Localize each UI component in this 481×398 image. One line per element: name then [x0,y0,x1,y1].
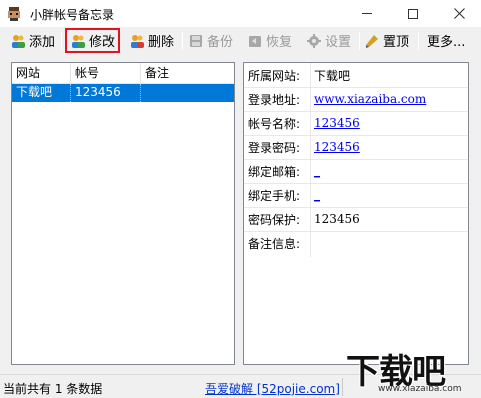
phone-label: 绑定手机: [248,188,301,203]
restore-label: 恢复 [266,35,293,50]
column-header-note[interactable]: 备注 [141,63,234,84]
minimize-button[interactable] [344,0,390,27]
list-header: 网站 帐号 备注 [12,63,234,84]
detail-phone-row: 绑定手机: _ [244,183,468,207]
toolbar-separator [182,32,183,50]
close-icon [453,8,465,19]
window-title: 小胖帐号备忘录 [30,8,115,22]
edit-button[interactable]: 修改 [65,28,121,53]
title-bar: 小胖帐号备忘录 [0,0,481,27]
detail-name-row: 帐号名称: 123456 [244,111,468,135]
toolbar-separator [61,32,62,50]
detail-panel: 所属网站: 下载吧 登录地址: www.xiazaiba.com 帐号名称: 1… [243,62,469,365]
toolbar: 添加 修改 删除 备份 恢复 设置 置顶 更多... [0,27,481,55]
list-item[interactable]: 下载吧 123456 [12,84,234,102]
detail-password-row: 登录密码: 123456 [244,135,468,159]
site-label: 所属网站: [248,68,301,83]
site-value: 下载吧 [314,68,351,83]
maximize-icon [408,8,418,19]
email-link[interactable]: _ [314,164,320,178]
minimize-icon [362,13,372,14]
password-link[interactable]: 123456 [314,140,360,154]
settings-button[interactable]: 设置 [306,28,351,53]
add-label: 添加 [29,35,56,50]
email-label: 绑定邮箱: [248,164,301,179]
edit-label: 修改 [89,35,116,50]
detail-protect-row: 密码保护: 123456 [244,207,468,231]
record-count: 当前共有 1 条数据 [3,382,103,396]
add-button[interactable]: 添加 [10,28,55,53]
status-link[interactable]: 吾爱破解 [52pojie.com] [205,380,340,397]
pin-icon [366,34,378,48]
detail-site-row: 所属网站: 下载吧 [244,63,468,87]
column-header-site[interactable]: 网站 [12,63,71,84]
backup-label: 备份 [207,35,234,50]
restore-button[interactable]: 恢复 [247,28,292,53]
name-label: 帐号名称: [248,116,301,131]
list-item-site: 下载吧 [12,84,71,102]
restore-icon [249,35,261,47]
url-label: 登录地址: [248,92,301,107]
edit-user-icon [72,34,85,48]
protect-label: 密码保护: [248,212,301,227]
list-item-account: 123456 [71,84,141,102]
name-link[interactable]: 123456 [314,116,360,130]
settings-label: 设置 [325,35,352,50]
toolbar-separator [418,32,419,50]
toolbar-separator [359,32,360,50]
account-list[interactable]: 网站 帐号 备注 下载吧 123456 [11,62,235,365]
gear-icon [307,33,321,48]
pin-button[interactable]: 置顶 [364,28,409,53]
close-button[interactable] [436,0,481,27]
protect-value: 123456 [314,212,360,226]
password-label: 登录密码: [248,140,301,155]
note-label: 备注信息: [248,236,301,251]
url-link[interactable]: www.xiazaiba.com [314,92,426,106]
maximize-button[interactable] [390,0,436,27]
pin-label: 置顶 [383,35,410,50]
detail-url-row: 登录地址: www.xiazaiba.com [244,87,468,111]
list-item-note [141,84,234,102]
backup-icon [190,34,202,47]
more-label: 更多... [427,35,466,50]
status-separator [342,378,343,396]
watermark-url: www.xiazaiba.com [378,384,462,394]
column-header-account[interactable]: 帐号 [71,63,141,84]
delete-button[interactable]: 删除 [129,28,174,53]
detail-note-row: 备注信息: [244,231,468,255]
delete-label: 删除 [148,35,175,50]
delete-user-icon [131,34,144,48]
detail-email-row: 绑定邮箱: _ [244,159,468,183]
app-icon [8,7,20,21]
more-button[interactable]: 更多... [427,28,465,53]
phone-link[interactable]: _ [314,188,320,202]
add-user-icon [12,34,25,48]
watermark: 下载吧 www.xiazaiba.com [346,344,478,396]
backup-button[interactable]: 备份 [188,28,233,53]
